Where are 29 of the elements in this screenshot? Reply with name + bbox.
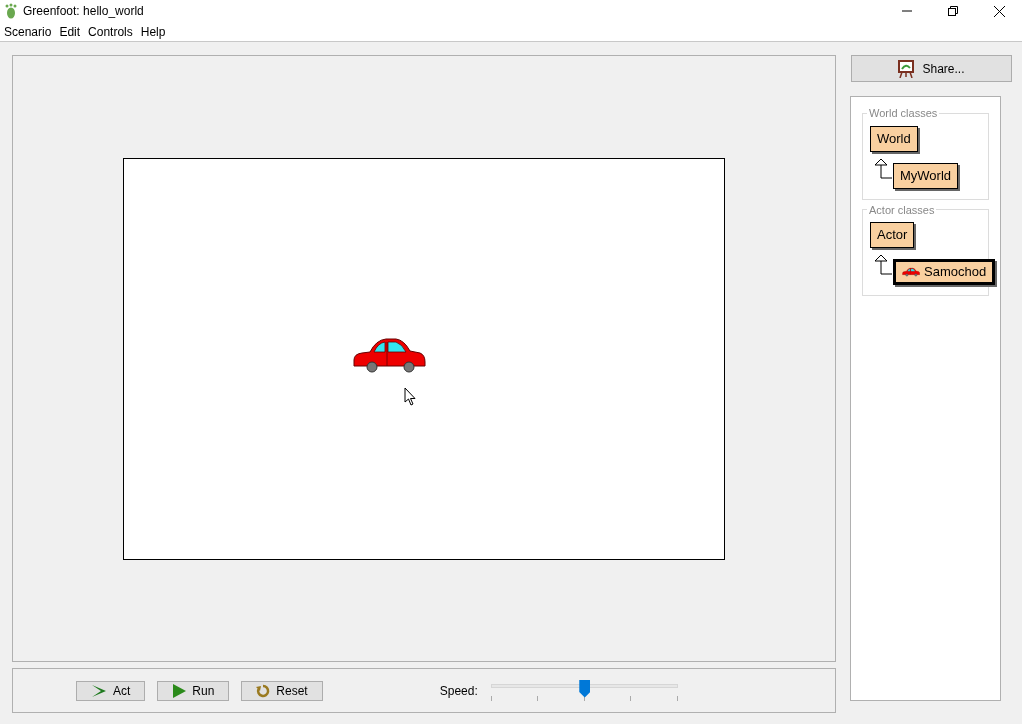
control-button[interactable]: Reset	[241, 680, 323, 701]
class-box[interactable]: MyWorld	[893, 162, 959, 189]
menu-item[interactable]: Controls	[84, 22, 137, 41]
easel-icon	[898, 59, 915, 78]
class-box[interactable]: World	[870, 125, 918, 152]
group-title: World classes	[868, 106, 939, 121]
inheritance-arrow	[874, 254, 892, 276]
restore-icon[interactable]	[948, 6, 958, 16]
reset-icon	[256, 683, 271, 698]
group-title: Actor classes	[868, 202, 936, 218]
menu-item[interactable]: Help	[136, 22, 170, 41]
control-button[interactable]: Act	[76, 680, 146, 701]
menu-item[interactable]: Edit	[55, 22, 85, 41]
slider-thumb[interactable]	[579, 679, 591, 698]
car-icon	[902, 267, 920, 277]
play-icon	[172, 683, 187, 698]
control-button[interactable]: Run	[157, 680, 230, 701]
share-button[interactable]: Share...	[851, 55, 1012, 82]
inheritance-arrow	[874, 157, 892, 180]
menu-item[interactable]: Scenario	[0, 22, 56, 41]
close-icon[interactable]	[994, 5, 1005, 17]
window-title: Greenfoot: hello_world	[23, 3, 144, 20]
footprint-icon	[4, 3, 18, 19]
mouse-cursor-icon	[404, 386, 417, 406]
class-box[interactable]: Actor	[870, 222, 915, 248]
speed-slider[interactable]	[490, 679, 678, 702]
class-box[interactable]: Samochod	[893, 259, 996, 285]
speed-label: Speed:	[439, 682, 478, 700]
chevron-icon	[91, 683, 107, 698]
